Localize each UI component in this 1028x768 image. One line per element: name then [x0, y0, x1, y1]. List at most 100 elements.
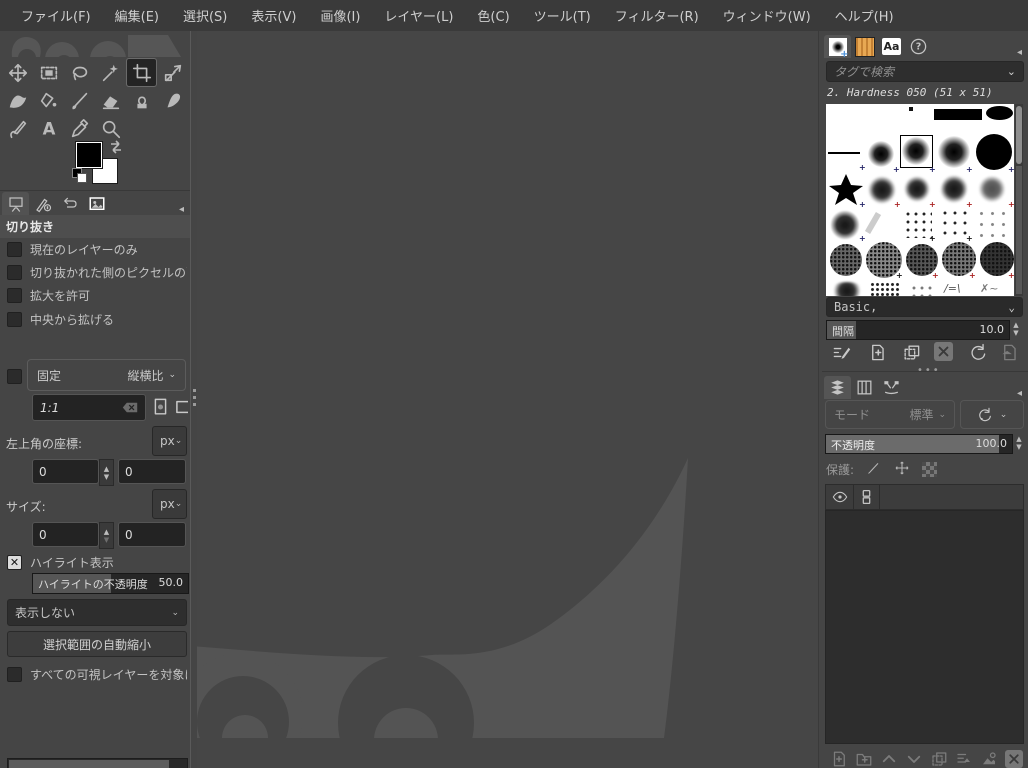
- tool-bucket-fill[interactable]: [34, 87, 63, 114]
- duplicate-layer-button[interactable]: [930, 750, 948, 768]
- aspect-ratio-entry[interactable]: 1:1: [32, 394, 146, 421]
- size-height-field[interactable]: 0: [118, 522, 186, 547]
- layer-list[interactable]: [825, 510, 1024, 744]
- raise-layer-button[interactable]: [880, 750, 898, 768]
- brush-thumbnail[interactable]: [910, 284, 934, 296]
- add-layer-mask-button[interactable]: [980, 750, 998, 768]
- brush-thumbnail[interactable]: [829, 174, 863, 206]
- option-allow-grow[interactable]: 拡大を許可: [7, 287, 187, 304]
- merge-layer-button[interactable]: [955, 750, 973, 768]
- brush-thumbnail[interactable]: [830, 282, 864, 296]
- menu-tools[interactable]: ツール(T): [523, 2, 602, 29]
- brush-tag-search[interactable]: タグで検索 ⌄: [826, 61, 1024, 82]
- brush-thumbnail[interactable]: [828, 152, 860, 154]
- tool-paintbrush[interactable]: [65, 87, 94, 114]
- tool-smudge[interactable]: [158, 87, 187, 114]
- brush-thumbnail[interactable]: [904, 176, 930, 202]
- delete-brush-button[interactable]: [934, 342, 953, 361]
- refresh-brushes-button[interactable]: [968, 343, 987, 365]
- tab-images[interactable]: [83, 192, 110, 215]
- checkbox-icon[interactable]: [7, 265, 22, 280]
- brush-spacing-spinner[interactable]: ▲ ▼: [1010, 320, 1022, 338]
- brush-spacing-slider[interactable]: 間隔 10.0: [826, 320, 1010, 340]
- default-colors-icon[interactable]: [72, 168, 87, 183]
- tab-layers[interactable]: [824, 376, 851, 399]
- brush-grid[interactable]: + + + + + + + + + + + + + + + + + /=\ ✗~: [826, 104, 1014, 296]
- menu-help[interactable]: ヘルプ(H): [824, 2, 905, 29]
- brush-grid-scrollbar[interactable]: [1015, 104, 1023, 296]
- left-splitter[interactable]: [190, 31, 197, 768]
- tab-menu-icon[interactable]: ◂: [1017, 47, 1022, 58]
- fixed-value[interactable]: 縦横比: [127, 367, 163, 384]
- tab-paths[interactable]: [878, 376, 905, 399]
- brush-thumbnail[interactable]: [938, 136, 970, 168]
- tool-rectangle-select[interactable]: [34, 59, 63, 86]
- tool-crop[interactable]: [126, 58, 157, 87]
- tool-text[interactable]: A: [34, 115, 63, 142]
- size-width-field[interactable]: 0: [32, 522, 99, 547]
- size-unit-dropdown[interactable]: px ⌄: [152, 489, 187, 519]
- position-x-field[interactable]: 0: [32, 459, 99, 484]
- fixed-checkbox[interactable]: [7, 369, 22, 384]
- delete-layer-button[interactable]: [1005, 750, 1023, 768]
- brush-thumbnail[interactable]: [870, 282, 900, 296]
- checkbox-icon[interactable]: [7, 288, 22, 303]
- menu-layer[interactable]: レイヤー(L): [373, 2, 464, 29]
- tool-ink[interactable]: [3, 115, 32, 142]
- layer-opacity-spinner[interactable]: ▲ ▼: [1013, 434, 1025, 452]
- tab-help[interactable]: ?: [905, 35, 932, 58]
- tab-channels[interactable]: [851, 376, 878, 399]
- checkbox-icon[interactable]: [7, 242, 22, 257]
- brush-thumbnail[interactable]: [934, 109, 982, 120]
- option-highlight[interactable]: ✕ ハイライト表示: [7, 554, 187, 571]
- brush-thumbnail[interactable]: [868, 141, 894, 167]
- new-layer-group-button[interactable]: [855, 750, 873, 768]
- brush-thumbnail[interactable]: [864, 211, 882, 235]
- tool-zoom[interactable]: [96, 115, 125, 142]
- fixed-frame[interactable]: 固定 縦横比 ⌄: [27, 359, 186, 391]
- tool-fuzzy-select[interactable]: [96, 59, 125, 86]
- lower-layer-button[interactable]: [905, 750, 923, 768]
- tool-free-select[interactable]: [65, 59, 94, 86]
- tab-device-status[interactable]: [29, 192, 56, 215]
- edit-brush-button[interactable]: [832, 343, 851, 365]
- guides-dropdown[interactable]: 表示しない ⌄: [7, 599, 187, 626]
- tab-undo-history[interactable]: [56, 192, 83, 215]
- link-chain-icon[interactable]: [854, 485, 880, 509]
- canvas-area[interactable]: [179, 31, 823, 768]
- lock-position-icon[interactable]: [894, 460, 910, 479]
- brush-selected-frame[interactable]: [900, 135, 933, 168]
- checkbox-icon[interactable]: [7, 667, 22, 682]
- brush-thumbnail[interactable]: [986, 106, 1013, 120]
- menu-edit[interactable]: 編集(E): [104, 2, 170, 29]
- tab-menu-icon[interactable]: ◂: [1017, 388, 1022, 399]
- auto-shrink-button[interactable]: 選択範囲の自動縮小: [7, 631, 187, 657]
- lock-paint-icon[interactable]: [866, 460, 882, 479]
- layer-mode-frame[interactable]: モード 標準 ⌄: [825, 400, 955, 429]
- tab-brushes[interactable]: +: [824, 35, 851, 60]
- new-brush-button[interactable]: [868, 343, 887, 365]
- brush-thumbnail[interactable]: [978, 176, 1006, 202]
- layer-opacity-slider[interactable]: 不透明度 100.0: [825, 434, 1013, 454]
- brush-thumbnail[interactable]: [976, 208, 1008, 238]
- menu-image[interactable]: 画像(I): [309, 2, 371, 29]
- swap-colors-icon[interactable]: [108, 139, 124, 155]
- tool-transform[interactable]: [158, 59, 187, 86]
- open-brush-as-image-button[interactable]: [1000, 343, 1019, 365]
- option-shrink-merged[interactable]: すべての可視レイヤーを対象にする: [7, 666, 187, 683]
- menu-view[interactable]: 表示(V): [240, 2, 307, 29]
- size-spinner[interactable]: ▲ ▼: [99, 522, 114, 549]
- visibility-eye-icon[interactable]: [826, 485, 854, 509]
- option-current-layer[interactable]: 現在のレイヤーのみ: [7, 241, 187, 258]
- menu-colors[interactable]: 色(C): [466, 2, 520, 29]
- brush-thumbnail[interactable]: [904, 210, 932, 238]
- tool-gradient[interactable]: [3, 87, 32, 114]
- tool-eraser[interactable]: [96, 87, 125, 114]
- menu-file[interactable]: ファイル(F): [10, 2, 102, 29]
- brush-thumbnail[interactable]: /=\: [944, 282, 972, 296]
- highlight-opacity-slider[interactable]: ハイライトの不透明度 50.0: [32, 573, 189, 594]
- tab-tool-options[interactable]: [2, 192, 29, 215]
- option-delete-pixels[interactable]: 切り抜かれた側のピクセルの削除: [7, 264, 187, 281]
- tool-color-picker[interactable]: [65, 115, 94, 142]
- layer-mode-switch-button[interactable]: ⌄: [960, 400, 1024, 429]
